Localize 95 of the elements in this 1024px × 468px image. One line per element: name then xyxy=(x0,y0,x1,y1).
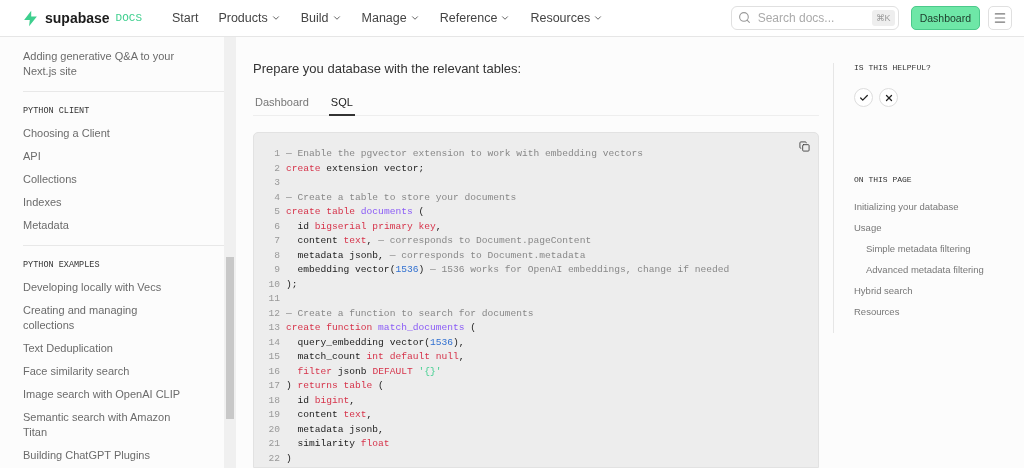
nav-link[interactable]: Start xyxy=(172,11,199,25)
sidebar-link[interactable]: Building ChatGPT Plugins xyxy=(23,444,183,467)
toc-link[interactable]: Simple metadata filtering xyxy=(854,238,984,259)
feedback-title: IS THIS HELPFUL? xyxy=(854,63,932,72)
line-number: 14 xyxy=(267,335,280,350)
chevron-down-icon xyxy=(593,13,604,23)
code-line: match_count int default null, xyxy=(296,350,465,364)
line-number: 21 xyxy=(267,437,280,451)
sidebar-link[interactable]: Choosing a Client xyxy=(23,122,183,145)
section-title: PYTHON EXAMPLES xyxy=(23,260,101,270)
code-line: id bigint, xyxy=(296,393,356,408)
no-button[interactable] xyxy=(879,88,898,107)
nav-link[interactable]: Products xyxy=(218,11,281,25)
intro-text: Prepare you database with the relevant tables: xyxy=(253,61,523,76)
toc-link[interactable]: Usage xyxy=(854,217,984,238)
code-line: filter jsonb DEFAULT '{}' xyxy=(296,364,442,379)
line-number: 3 xyxy=(273,176,280,190)
sidebar-link[interactable]: API xyxy=(23,145,183,168)
scrollbar-thumb[interactable] xyxy=(226,257,234,419)
line-number: 15 xyxy=(267,350,280,364)
toc-link[interactable]: Advanced metadata filtering xyxy=(854,259,984,280)
line-number: 1 xyxy=(273,147,280,161)
line-number: 5 xyxy=(273,205,280,219)
code-line: embedding vector(1536) — 1536 works for OpenAI embeddings, change if needed xyxy=(296,263,730,277)
nav-link[interactable]: Reference xyxy=(439,11,511,25)
code-line: id bigserial primary key, xyxy=(296,219,442,234)
sidebar-link[interactable]: Metadata xyxy=(23,214,183,237)
scrollbar[interactable] xyxy=(224,37,236,468)
line-number: 19 xyxy=(267,408,280,422)
line-number: 18 xyxy=(267,393,280,408)
copy-button[interactable] xyxy=(799,141,810,152)
sidebar-link[interactable]: Face similarity search xyxy=(23,360,183,383)
code-line: ); xyxy=(286,277,298,292)
code-line: ) returns table ( xyxy=(286,379,384,393)
sidebar-link[interactable]: Semantic search with Amazon Titan xyxy=(23,406,183,444)
tab[interactable]: SQL xyxy=(328,96,355,116)
code-line: content text, xyxy=(296,408,373,422)
line-number: 16 xyxy=(267,364,280,379)
chevron-down-icon xyxy=(409,13,420,23)
search-icon xyxy=(737,11,751,24)
brand-name: supabase xyxy=(45,10,110,26)
chevron-down-icon xyxy=(331,13,342,23)
shortcut-key: ⌘K xyxy=(871,10,895,26)
code-line: metadata jsonb, — corresponds to Document.metadata xyxy=(296,248,586,263)
check-icon xyxy=(858,92,869,103)
line-number: 4 xyxy=(273,190,280,205)
line-number: 8 xyxy=(273,248,280,263)
line-number: 13 xyxy=(267,321,280,335)
code-line: metadata jsonb, xyxy=(296,422,384,437)
toc-link[interactable]: Initializing your database xyxy=(854,196,984,217)
toc-title: ON THIS PAGE xyxy=(854,175,913,184)
code-line: create extension vector; xyxy=(286,161,425,176)
code-line: create table documents ( xyxy=(286,205,425,219)
code-line: query_embedding vector(1536), xyxy=(296,335,465,350)
nav-link[interactable]: Resources xyxy=(530,11,604,25)
line-number: 20 xyxy=(267,422,280,437)
code-line: — Create a function to search for documents xyxy=(286,306,534,321)
code-line: similarity float xyxy=(296,437,390,451)
line-number: 6 xyxy=(273,219,280,234)
menu-icon xyxy=(993,11,1007,25)
line-number: 10 xyxy=(267,277,280,292)
dashboard-button[interactable]: Dashboard xyxy=(910,6,980,30)
line-number: 12 xyxy=(267,306,280,321)
line-number: 9 xyxy=(273,263,280,277)
line-number: 11 xyxy=(267,292,280,306)
tab[interactable]: Dashboard xyxy=(253,96,311,116)
line-number: 7 xyxy=(273,234,280,248)
chevron-down-icon xyxy=(270,13,281,23)
code-line: — Create a table to store your documents xyxy=(286,190,517,205)
toc-link[interactable]: Resources xyxy=(854,301,984,322)
sidebar-link[interactable]: Creating and managing collections xyxy=(23,299,183,337)
code-line: — Enable the pgvector extension to work with embedding vectors xyxy=(286,147,643,161)
toc-link[interactable]: Hybrid search xyxy=(854,280,984,301)
sidebar-link[interactable]: Indexes xyxy=(23,191,183,214)
logo-icon xyxy=(22,9,39,27)
line-number: 2 xyxy=(273,161,280,176)
sidebar-link[interactable]: Text Deduplication xyxy=(23,337,183,360)
code-line: ) xyxy=(286,451,292,466)
nav-link[interactable]: Build xyxy=(300,11,342,25)
code-line: create function match_documents ( xyxy=(286,321,476,335)
line-number: 17 xyxy=(267,379,280,393)
line-number: 22 xyxy=(267,451,280,466)
sidebar-link[interactable]: Collections xyxy=(23,168,183,191)
yes-button[interactable] xyxy=(854,88,873,107)
section-title: PYTHON CLIENT xyxy=(23,106,91,116)
nav-link[interactable]: Manage xyxy=(361,11,420,25)
sidebar-link[interactable]: Image search with OpenAI CLIP xyxy=(23,383,183,406)
copy-icon xyxy=(799,141,810,152)
sidebar-link[interactable]: Adding generative Q&A to your Next.js site xyxy=(23,45,183,83)
menu-button[interactable] xyxy=(988,6,1012,30)
close-icon xyxy=(883,92,894,103)
sidebar-link[interactable]: Developing locally with Vecs xyxy=(23,276,183,299)
chevron-down-icon xyxy=(500,13,511,23)
code-line: content text, — corresponds to Document.pageContent xyxy=(296,234,592,248)
brand-suffix: DOCS xyxy=(115,12,142,24)
